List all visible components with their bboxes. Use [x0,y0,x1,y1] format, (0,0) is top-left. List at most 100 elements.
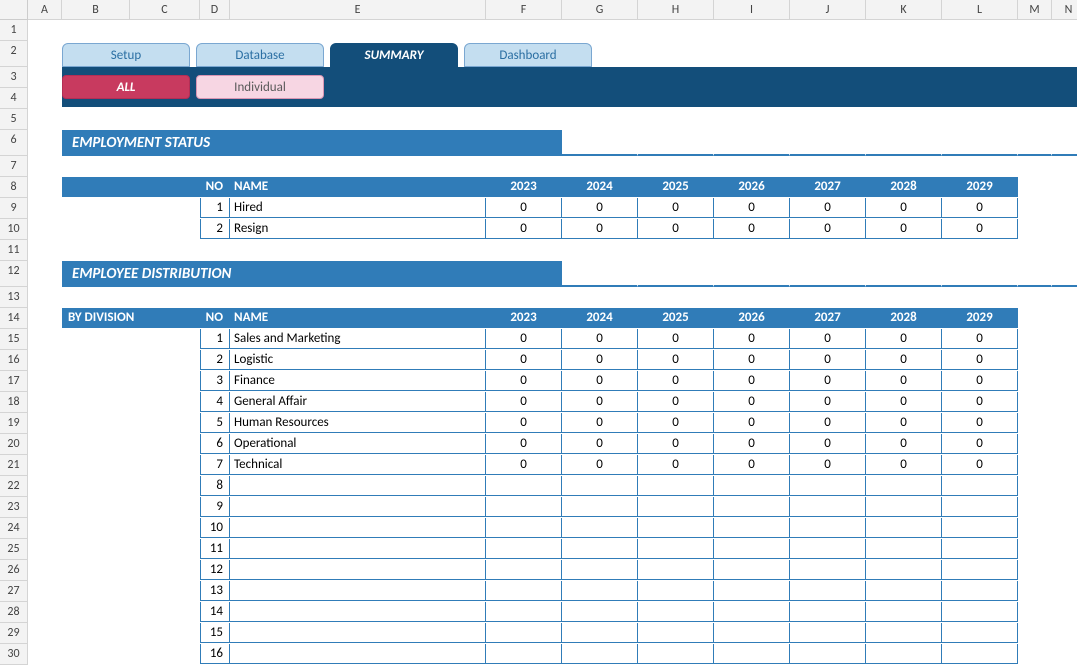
table-cell-value[interactable]: 0 [866,350,942,370]
row-header-3[interactable]: 3 [0,67,28,88]
cell[interactable] [28,644,62,664]
row-header-25[interactable]: 25 [0,539,28,560]
table-cell-no[interactable]: 6 [200,434,230,454]
table-cell-value[interactable] [486,497,562,517]
table-cell-value[interactable]: 0 [638,329,714,349]
table-cell-value[interactable] [562,560,638,580]
cell[interactable] [62,240,130,260]
row-header-2[interactable]: 2 [0,41,28,67]
table-cell-value[interactable]: 0 [562,455,638,475]
table-cell-name[interactable] [230,644,486,664]
cell[interactable] [790,109,866,129]
cell[interactable] [1052,350,1077,370]
table-cell-name[interactable]: Sales and Marketing [230,329,486,349]
cell[interactable] [790,240,866,260]
cell[interactable] [28,240,62,260]
cell[interactable] [1018,644,1052,664]
cell[interactable] [942,109,1018,129]
table-cell-value[interactable]: 0 [638,198,714,218]
table-cell-value[interactable] [714,602,790,622]
table-cell-value[interactable] [638,623,714,643]
table-cell-no[interactable]: 1 [200,198,230,218]
table-cell-value[interactable]: 0 [866,413,942,433]
cell[interactable] [130,156,200,168]
table-cell-value[interactable]: 0 [866,434,942,454]
cell[interactable] [562,240,638,260]
table-cell-value[interactable] [866,623,942,643]
table-cell-value[interactable]: 0 [562,350,638,370]
cell[interactable] [1052,371,1077,391]
table-cell-name[interactable] [230,623,486,643]
table-cell-no[interactable]: 11 [200,539,230,559]
col-header-K[interactable]: K [866,0,942,20]
table-cell-value[interactable] [790,539,866,559]
table-cell-name[interactable]: Finance [230,371,486,391]
table-cell-value[interactable]: 0 [942,413,1018,433]
cell[interactable] [1018,156,1052,168]
cell[interactable] [28,560,62,580]
row-header-14[interactable]: 14 [0,308,28,329]
col-header-I[interactable]: I [714,0,790,20]
cell[interactable] [28,350,62,370]
cell[interactable] [1052,156,1077,168]
cell[interactable] [562,20,638,40]
table-cell-value[interactable]: 0 [790,371,866,391]
table-cell-value[interactable]: 0 [562,413,638,433]
table-cell-value[interactable] [942,476,1018,496]
table-cell-value[interactable] [942,623,1018,643]
row-header-12[interactable]: 12 [0,261,28,287]
cell[interactable] [866,287,942,299]
table-cell-value[interactable]: 0 [638,455,714,475]
col-header-M[interactable]: M [1018,0,1052,20]
table-cell-no[interactable]: 14 [200,602,230,622]
table-cell-no[interactable]: 5 [200,413,230,433]
table-cell-value[interactable] [866,581,942,601]
cell[interactable] [28,177,62,197]
table-cell-no[interactable]: 2 [200,219,230,239]
table-cell-no[interactable]: 9 [200,497,230,517]
table-cell-value[interactable] [714,476,790,496]
row-header-11[interactable]: 11 [0,240,28,261]
tab-dashboard[interactable]: Dashboard [464,43,592,67]
table-cell-value[interactable] [714,497,790,517]
table-cell-no[interactable]: 7 [200,455,230,475]
table-cell-value[interactable]: 0 [638,219,714,239]
table-cell-name[interactable] [230,560,486,580]
table-cell-value[interactable]: 0 [638,413,714,433]
row-header-5[interactable]: 5 [0,109,28,130]
table-cell-value[interactable]: 0 [562,198,638,218]
cell[interactable] [28,602,62,622]
table-cell-name[interactable] [230,539,486,559]
cell[interactable] [28,261,62,281]
table-cell-name[interactable]: Operational [230,434,486,454]
cell[interactable] [1018,308,1052,328]
cell[interactable] [1018,623,1052,643]
table-cell-value[interactable] [714,623,790,643]
table-cell-value[interactable] [486,560,562,580]
table-cell-value[interactable] [942,581,1018,601]
cell[interactable] [1052,644,1077,664]
col-header-B[interactable]: B [62,0,130,20]
cell[interactable] [1052,219,1077,239]
cell[interactable] [62,109,130,129]
cell[interactable] [942,240,1018,260]
table-cell-value[interactable] [790,581,866,601]
table-cell-value[interactable] [638,518,714,538]
table-cell-value[interactable] [790,497,866,517]
cell[interactable] [28,434,62,454]
table-cell-value[interactable] [638,644,714,664]
tab-summary[interactable]: SUMMARY [330,43,458,67]
cell[interactable] [486,240,562,260]
table-cell-value[interactable] [942,602,1018,622]
cell[interactable] [1018,198,1052,218]
cell[interactable] [28,371,62,391]
row-header-19[interactable]: 19 [0,413,28,434]
cell[interactable] [130,287,200,299]
table-cell-value[interactable]: 0 [486,371,562,391]
table-cell-no[interactable]: 15 [200,623,230,643]
table-cell-name[interactable]: Hired [230,198,486,218]
table-cell-value[interactable] [790,644,866,664]
table-cell-value[interactable]: 0 [866,198,942,218]
table-cell-value[interactable] [486,476,562,496]
cell[interactable] [866,156,942,168]
